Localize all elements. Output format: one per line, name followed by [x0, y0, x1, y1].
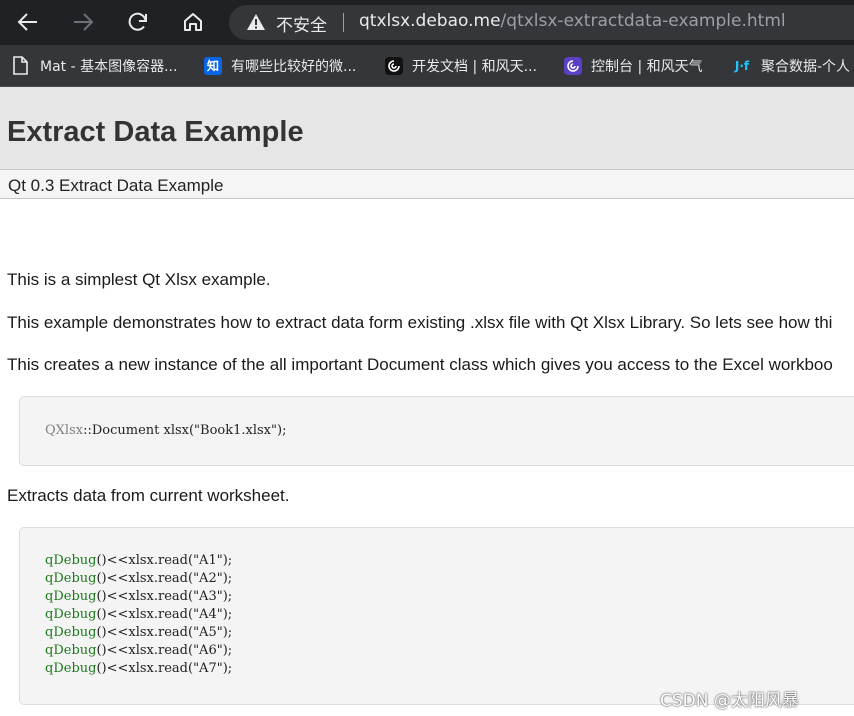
- juhe-icon: J·f: [734, 58, 750, 73]
- home-icon: [184, 13, 202, 31]
- code-text: ()<<xlsx.read("A4");: [96, 607, 233, 622]
- hefeng-console-icon: [564, 56, 582, 75]
- hefeng-icon: [385, 56, 403, 75]
- code-text: ()<<xlsx.read("A6");: [96, 643, 233, 658]
- address-divider: [343, 13, 344, 32]
- code-line: qDebug()<<xlsx.read("A1");: [45, 553, 232, 568]
- bookmarks-bar: Mat - 基本图像容器... 知 有哪些比较好的微... 开发文档 | 和风天…: [0, 45, 854, 87]
- page-title: Extract Data Example: [7, 116, 304, 148]
- breadcrumb: Qt 0.3 Extract Data Example: [0, 170, 854, 199]
- code-function: qDebug: [45, 607, 97, 622]
- browser-toolbar: 不安全 qtxlsx.debao.me/qtxlsx-extractdata-e…: [0, 0, 854, 45]
- bookmark-item[interactable]: Mat - 基本图像容器...: [12, 45, 177, 86]
- security-status-label[interactable]: 不安全: [276, 11, 327, 36]
- home-button[interactable]: [171, 0, 215, 44]
- warning-icon[interactable]: [246, 13, 266, 31]
- address-bar[interactable]: 不安全 qtxlsx.debao.me/qtxlsx-extractdata-e…: [229, 5, 854, 40]
- url-path: /qtxlsx-extractdata-example.html: [500, 11, 786, 31]
- code-function: qDebug: [45, 625, 97, 640]
- bookmark-item[interactable]: 知 有哪些比较好的微...: [204, 45, 356, 86]
- code-text: ()<<xlsx.read("A5");: [96, 625, 233, 640]
- breadcrumb-text: Qt 0.3 Extract Data Example: [8, 176, 224, 195]
- code-function: qDebug: [45, 571, 97, 586]
- code-function: qDebug: [45, 643, 97, 658]
- code-line: qDebug()<<xlsx.read("A6");: [45, 643, 232, 658]
- code-text: ()<<xlsx.read("A1");: [96, 553, 233, 568]
- code-text: ()<<xlsx.read("A3");: [96, 589, 233, 604]
- code-function: qDebug: [45, 661, 97, 676]
- arrow-left-icon: [17, 13, 37, 31]
- url-host: qtxlsx.debao.me: [359, 11, 501, 31]
- reload-icon: [128, 12, 147, 31]
- code-namespace: QXlsx: [45, 423, 84, 438]
- bookmark-item[interactable]: 开发文档 | 和风天...: [385, 45, 537, 86]
- bookmark-label: 有哪些比较好的微...: [231, 58, 357, 75]
- intro-paragraph: This is a simplest Qt Xlsx example.: [7, 270, 271, 289]
- watermark: CSDN @太阳风暴: [660, 691, 799, 711]
- code-text: ()<<xlsx.read("A7");: [96, 661, 233, 676]
- bookmark-item[interactable]: J·f 聚合数据-个人: [732, 45, 850, 86]
- page-icon: [13, 56, 28, 75]
- code-text: ::Document xlsx("Book1.xlsx");: [83, 423, 287, 438]
- bookmark-label: Mat - 基本图像容器...: [40, 58, 178, 75]
- reload-button[interactable]: [116, 0, 160, 44]
- url-text[interactable]: qtxlsx.debao.me/qtxlsx-extractdata-examp…: [359, 11, 786, 31]
- code-function: qDebug: [45, 553, 97, 568]
- back-button[interactable]: [6, 0, 50, 44]
- bookmark-label: 控制台 | 和风天气: [591, 58, 703, 75]
- code-line: qDebug()<<xlsx.read("A2");: [45, 571, 232, 586]
- zhihu-icon: 知: [204, 56, 222, 75]
- document-paragraph: This creates a new instance of the all i…: [7, 355, 833, 374]
- code-line: qDebug()<<xlsx.read("A5");: [45, 625, 232, 640]
- bookmark-label: 开发文档 | 和风天...: [412, 58, 537, 75]
- code-block: QXlsx::Document xlsx("Book1.xlsx");: [19, 396, 854, 466]
- code-function: qDebug: [45, 589, 97, 604]
- arrow-right-icon: [74, 13, 94, 31]
- description-paragraph: This example demonstrates how to extract…: [7, 313, 833, 332]
- code-line: QXlsx::Document xlsx("Book1.xlsx");: [45, 423, 286, 438]
- code-line: qDebug()<<xlsx.read("A3");: [45, 589, 232, 604]
- code-text: ()<<xlsx.read("A2");: [96, 571, 233, 586]
- forward-button[interactable]: [61, 0, 105, 44]
- code-line: qDebug()<<xlsx.read("A7");: [45, 661, 232, 676]
- extract-paragraph: Extracts data from current worksheet.: [7, 486, 290, 505]
- code-line: qDebug()<<xlsx.read("A4");: [45, 607, 232, 622]
- code-block: qDebug()<<xlsx.read("A1"); qDebug()<<xls…: [19, 527, 854, 705]
- bookmark-label: 聚合数据-个人: [761, 58, 851, 75]
- bookmark-item[interactable]: 控制台 | 和风天气: [564, 45, 703, 86]
- page-header: Extract Data Example: [0, 87, 854, 170]
